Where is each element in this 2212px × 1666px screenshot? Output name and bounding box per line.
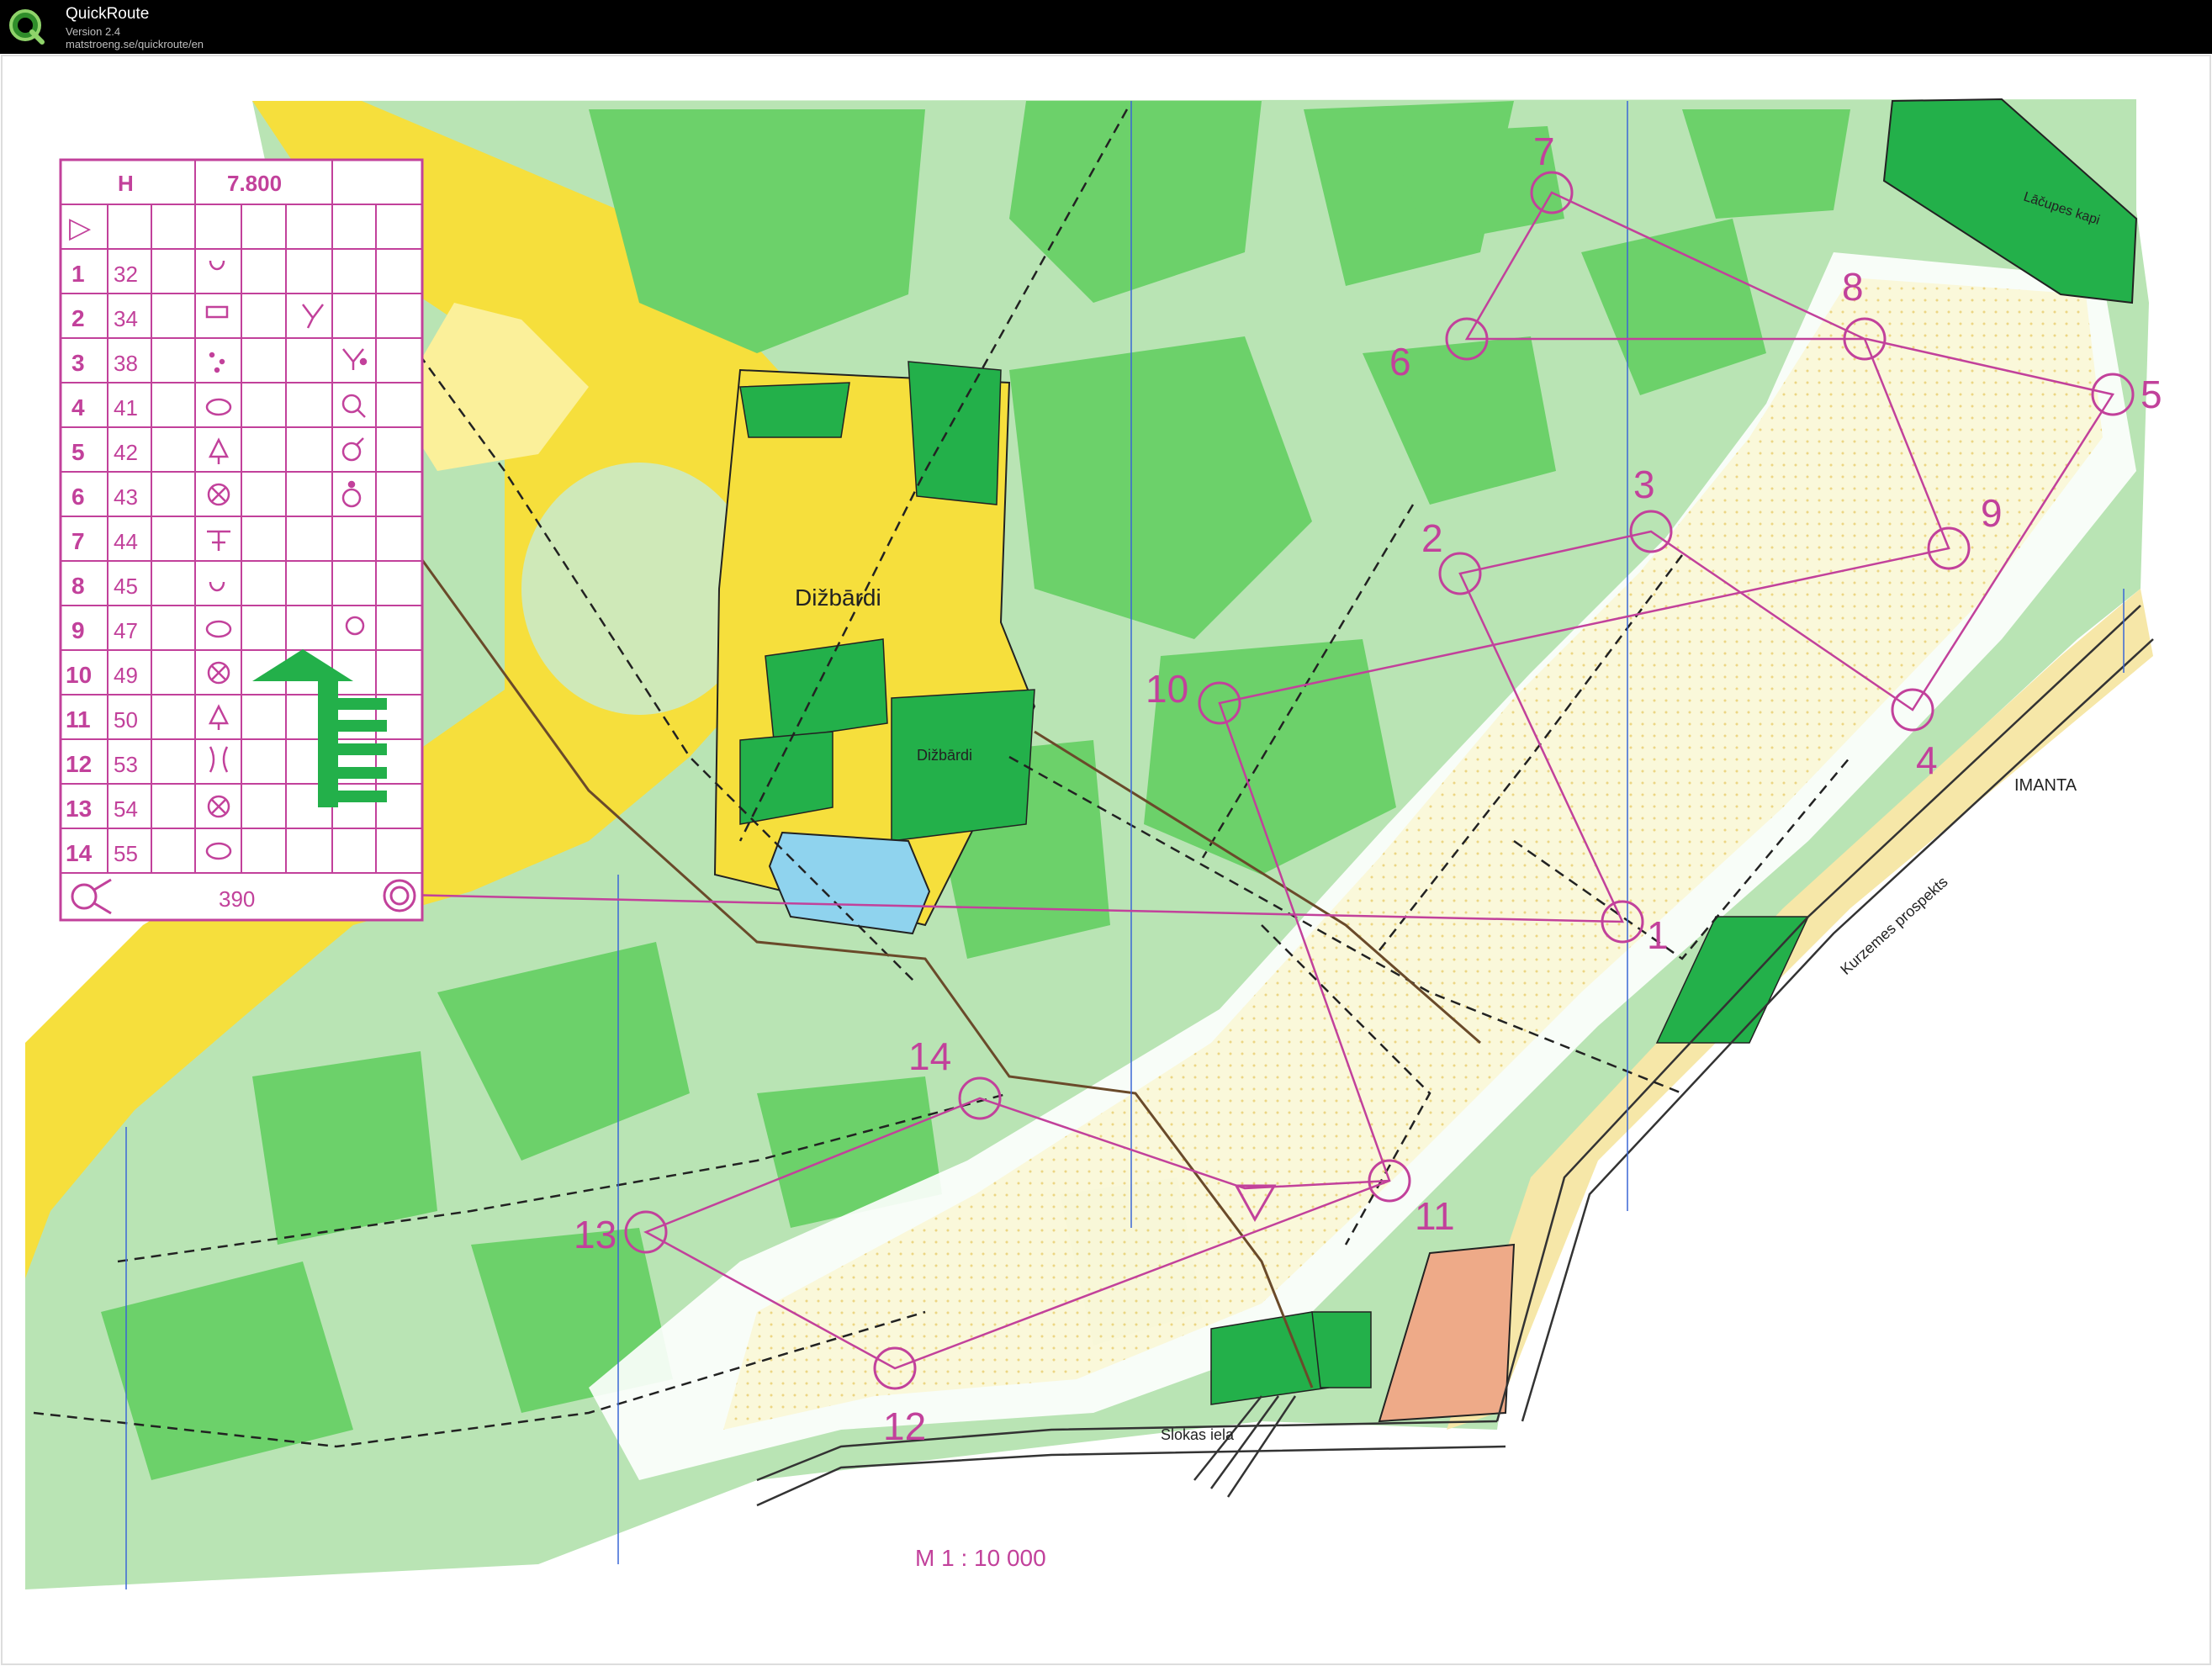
control-label-3: 3: [1633, 463, 1655, 506]
app-version: Version 2.4: [66, 25, 121, 38]
sheet-row-code: 41: [114, 395, 138, 420]
sheet-row-code: 38: [114, 351, 138, 376]
sheet-start-symbol: ▷: [69, 211, 92, 245]
sheet-row-num: 7: [71, 528, 85, 554]
app-url: matstroeng.se/quickroute/en: [66, 38, 204, 50]
control-label-13: 13: [574, 1213, 617, 1256]
sheet-row-num: 9: [71, 617, 85, 643]
place-label-dizbardi-small: Dižbārdi: [917, 747, 972, 764]
control-label-12: 12: [883, 1404, 926, 1448]
sheet-row-code: 54: [114, 796, 138, 822]
map-scale: M 1 : 10 000: [915, 1545, 1046, 1571]
sheet-length: 7.800: [227, 171, 282, 196]
sheet-row-num: 5: [71, 439, 85, 465]
control-label-8: 8: [1842, 265, 1864, 309]
control-label-5: 5: [2141, 373, 2162, 416]
control-label-10: 10: [1146, 667, 1188, 711]
control-label-11: 11: [1415, 1194, 1455, 1238]
control-label-6: 6: [1389, 340, 1411, 383]
sheet-row-num: 13: [66, 796, 92, 822]
control-label-9: 9: [1981, 491, 2003, 535]
sheet-row-num: 12: [66, 751, 92, 777]
district-label: IMANTA: [2014, 776, 2077, 795]
orienteering-map[interactable]: 1 2 3 4 5 6 7 8 9 10 11 12 13 14 Dižbārd…: [0, 54, 2212, 1666]
sheet-row-code: 44: [114, 529, 138, 554]
sheet-row-num: 11: [66, 706, 91, 733]
control-description-sheet: H 7.800 ▷ 1 32 2 34 3 38 4 41 5 42 6 43 …: [59, 158, 424, 922]
sheet-row-code: 34: [114, 306, 138, 331]
control-label-4: 4: [1916, 738, 1938, 782]
sheet-row-num: 8: [71, 573, 85, 599]
control-label-7: 7: [1533, 130, 1555, 173]
sheet-class: H: [118, 171, 134, 196]
control-label-1: 1: [1647, 913, 1669, 957]
control-label-14: 14: [908, 1034, 951, 1078]
sheet-row-code: 42: [114, 440, 138, 465]
sheet-row-num: 2: [71, 305, 85, 331]
street-label-slokas: Slokas iela: [1161, 1426, 1235, 1443]
sheet-row-code: 49: [114, 663, 138, 688]
sheet-row-code: 55: [114, 841, 138, 866]
sheet-row-code: 47: [114, 618, 138, 643]
sheet-row-num: 4: [71, 394, 85, 420]
place-label-dizbardi: Dižbārdi: [795, 584, 881, 611]
sheet-finish-distance: 390: [219, 886, 255, 912]
sheet-row-code: 43: [114, 484, 138, 510]
control-label-2: 2: [1421, 516, 1443, 560]
app-name: QuickRoute: [66, 5, 150, 23]
sheet-row-num: 6: [71, 484, 85, 510]
quickroute-logo-icon: [9, 9, 45, 45]
sheet-row-num: 14: [66, 840, 93, 866]
sheet-row-num: 10: [66, 662, 92, 688]
sheet-row-code: 45: [114, 574, 138, 599]
sheet-row-code: 32: [114, 262, 138, 287]
sheet-row-code: 53: [114, 752, 138, 777]
sheet-row-num: 1: [71, 261, 85, 287]
title-bar: QuickRoute Version 2.4 matstroeng.se/qui…: [0, 0, 2212, 54]
sheet-row-num: 3: [71, 350, 85, 376]
sheet-row-code: 50: [114, 707, 138, 733]
